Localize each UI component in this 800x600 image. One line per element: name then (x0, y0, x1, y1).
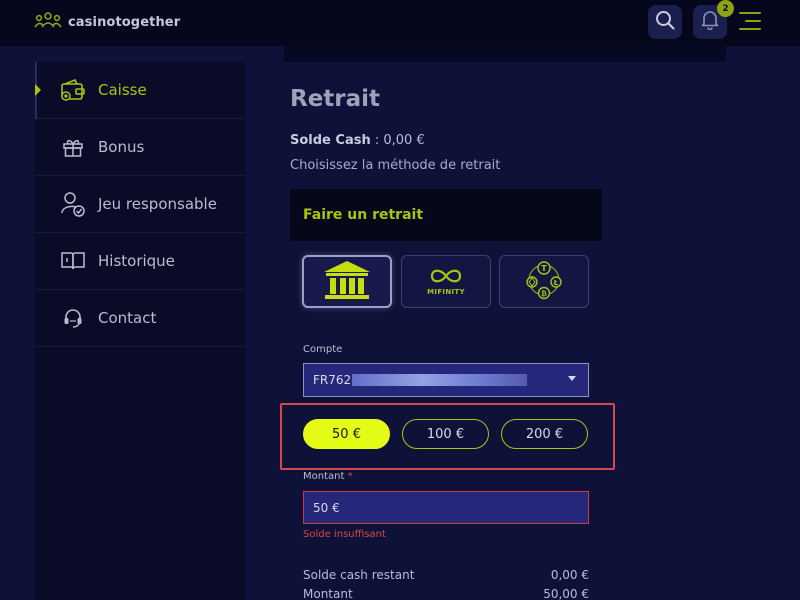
summary-value: 50,00 € (543, 587, 589, 600)
cash-balance-value: : 0,00 € (370, 133, 425, 148)
account-value: FR762 (313, 373, 352, 387)
svg-text:Ł: Ł (553, 279, 559, 287)
cash-balance-label: Solde Cash (290, 133, 371, 148)
summary-value: 0,00 € (550, 568, 589, 582)
sidebar-item-contact[interactable]: Contact (35, 290, 245, 347)
amount-input-value: 50 € (313, 500, 340, 515)
wallet-icon (60, 77, 86, 103)
user-check-icon (60, 191, 86, 217)
search-button[interactable] (648, 5, 682, 39)
sidebar-item-historique[interactable]: Historique (35, 233, 245, 290)
sidebar-item-caisse[interactable]: Caisse (35, 62, 245, 119)
bell-icon (701, 10, 719, 34)
svg-text:T: T (541, 264, 547, 273)
amount-label: Montant * (303, 471, 353, 482)
sidebar-item-label: Jeu responsable (98, 195, 217, 213)
svg-text:₿: ₿ (541, 290, 547, 298)
amount-input[interactable]: 50 € (303, 491, 589, 524)
amount-error: Solde insuffisant (303, 529, 386, 540)
amount-50-button[interactable]: 50 € (303, 419, 390, 449)
content-top-strip (284, 46, 726, 62)
chevron-down-icon (568, 376, 576, 381)
cash-balance: Solde Cash : 0,00 € (290, 133, 425, 148)
method-mifinity[interactable]: MIFINITY (401, 255, 491, 308)
summary-label: Montant (303, 587, 353, 600)
summary-label: Solde cash restant (303, 568, 415, 582)
sidebar-item-label: Caisse (98, 81, 147, 99)
required-mark: * (347, 471, 353, 482)
notification-badge: 2 (717, 0, 734, 17)
account-label: Compte (303, 344, 343, 355)
bank-icon (320, 258, 374, 306)
amount-label-text: Montant (303, 471, 345, 482)
sidebar-item-jeu-responsable[interactable]: Jeu responsable (35, 176, 245, 233)
method-crypto[interactable]: T Ł ₿ (499, 255, 589, 308)
brand-name: casinotogether (68, 14, 181, 30)
summary-row-remaining: Solde cash restant 0,00 € (303, 568, 589, 582)
account-select[interactable]: FR762 (303, 363, 589, 397)
sidebar: Caisse Bonus Jeu responsable Historique … (35, 62, 245, 600)
search-icon (655, 10, 675, 34)
summary-row-amount: Montant 50,00 € (303, 587, 589, 600)
top-bar: casinotogether 2 (0, 0, 800, 46)
amount-200-button[interactable]: 200 € (501, 419, 588, 449)
brand-logo[interactable]: casinotogether (34, 11, 180, 33)
sidebar-item-label: Bonus (98, 138, 145, 156)
headset-icon (60, 305, 86, 331)
menu-icon[interactable] (739, 12, 761, 36)
book-icon (60, 248, 86, 274)
crypto-icon: T Ł ₿ (521, 259, 567, 305)
method-bank-transfer[interactable] (302, 255, 392, 308)
method-instruction: Choisissez la méthode de retrait (290, 158, 501, 173)
active-indicator (35, 84, 41, 96)
amount-100-button[interactable]: 100 € (402, 419, 489, 449)
withdraw-panel-header: Faire un retrait (290, 189, 602, 241)
mifinity-icon (428, 268, 464, 288)
page-title: Retrait (290, 86, 381, 112)
masked-iban (352, 374, 528, 386)
gift-icon (60, 134, 86, 160)
people-logo-icon (34, 11, 62, 33)
panel-title: Faire un retrait (303, 207, 424, 223)
sidebar-item-bonus[interactable]: Bonus (35, 119, 245, 176)
mifinity-label: MIFINITY (427, 287, 465, 296)
sidebar-item-label: Historique (98, 252, 175, 270)
sidebar-item-label: Contact (98, 309, 157, 327)
